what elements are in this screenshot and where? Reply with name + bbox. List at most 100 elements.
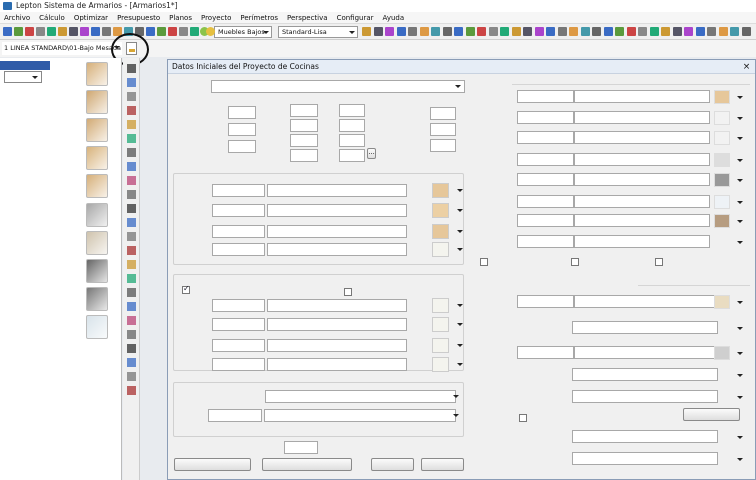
alacena-height-field[interactable] — [339, 149, 365, 162]
cancel-button[interactable] — [421, 458, 464, 471]
vertical-tool-icon[interactable] — [127, 372, 136, 381]
cerrados-checkbox[interactable] — [182, 284, 190, 294]
alacena-dim-field[interactable] — [430, 123, 456, 136]
complement-dropdown-arrow-icon[interactable] — [736, 455, 744, 463]
toolbar-tool-icon[interactable] — [730, 27, 739, 36]
door-desc-field[interactable] — [574, 235, 710, 248]
toolbar-tool-icon[interactable] — [69, 27, 78, 36]
model-select[interactable] — [211, 80, 465, 93]
complement-desc-field[interactable] — [572, 390, 718, 403]
material-code-field[interactable] — [212, 339, 265, 352]
vertical-tool-icon[interactable] — [127, 106, 136, 115]
door-code-field[interactable] — [517, 153, 574, 166]
door-code-field[interactable] — [517, 111, 574, 124]
material-code-field[interactable] — [212, 204, 265, 217]
material-code-field[interactable] — [212, 243, 265, 256]
toolbar-tool-icon[interactable] — [500, 27, 509, 36]
complement-desc-field[interactable] — [572, 430, 718, 443]
material-desc-field[interactable] — [267, 184, 407, 197]
toolbar-tool-icon[interactable] — [374, 27, 383, 36]
toolbar-tool-icon[interactable] — [661, 27, 670, 36]
material-code-field[interactable] — [212, 184, 265, 197]
toolbar-tool-icon[interactable] — [615, 27, 624, 36]
bajo-field[interactable] — [228, 106, 256, 119]
alacena-height-field[interactable] — [290, 134, 318, 147]
menu-item[interactable]: Perspectiva — [287, 12, 328, 23]
toolbar-tool-icon[interactable] — [58, 27, 67, 36]
toolbar-tool-icon[interactable] — [489, 27, 498, 36]
door-desc-field[interactable] — [574, 153, 710, 166]
toolbar-tool-icon[interactable] — [512, 27, 521, 36]
library-item[interactable] — [0, 230, 122, 258]
door-dropdown-arrow-icon[interactable] — [736, 217, 744, 225]
menu-item[interactable]: Presupuesto — [117, 12, 160, 23]
library-item[interactable] — [0, 173, 122, 201]
door-dropdown-arrow-icon[interactable] — [736, 134, 744, 142]
alacena-height-field[interactable] — [339, 119, 365, 132]
otros-desc-field[interactable] — [265, 390, 456, 403]
complement-dropdown-arrow-icon[interactable] — [736, 371, 744, 379]
furniture-type-select[interactable]: Muebles Bajos — [214, 26, 272, 38]
toolbar-tool-icon[interactable] — [47, 27, 56, 36]
vertical-tool-icon[interactable] — [127, 260, 136, 269]
menu-item[interactable]: Configurar — [337, 12, 374, 23]
toolbar-tool-icon[interactable] — [157, 27, 166, 36]
complement-desc-field[interactable] — [572, 321, 718, 334]
toolbar-tool-icon[interactable] — [466, 27, 475, 36]
door-dropdown-arrow-icon[interactable] — [736, 176, 744, 184]
toolbar-tool-icon[interactable] — [420, 27, 429, 36]
material-dropdown-arrow-icon[interactable] — [456, 245, 464, 253]
library-selector[interactable]: 1 LINEA STANDARD\01-Bajo Mesada — [2, 42, 122, 55]
alacena-dim-field[interactable] — [430, 107, 456, 120]
alacena-dim-field[interactable] — [430, 139, 456, 152]
library-item-selected[interactable] — [0, 61, 50, 70]
alacena-height-field[interactable] — [339, 104, 365, 117]
vertical-tool-icon[interactable] — [127, 218, 136, 227]
complement-code-field[interactable] — [517, 346, 574, 359]
save-as-standard-button[interactable] — [174, 458, 251, 471]
material-desc-field[interactable] — [267, 299, 407, 312]
door-desc-field[interactable] — [574, 195, 710, 208]
vertical-tool-icon[interactable] — [127, 344, 136, 353]
complement-dropdown-arrow-icon[interactable] — [736, 349, 744, 357]
door-code-field[interactable] — [517, 235, 574, 248]
menu-item[interactable]: Proyecto — [201, 12, 231, 23]
vertical-tool-icon[interactable] — [127, 330, 136, 339]
door-desc-field[interactable] — [574, 90, 710, 103]
library-item[interactable] — [0, 258, 122, 286]
toolbar-tool-icon[interactable] — [397, 27, 406, 36]
vertical-tool-icon[interactable] — [127, 302, 136, 311]
vertical-tool-icon[interactable] — [127, 232, 136, 241]
complement-dropdown-arrow-icon[interactable] — [736, 298, 744, 306]
complement-dropdown-arrow-icon[interactable] — [736, 433, 744, 441]
material-code-field[interactable] — [212, 358, 265, 371]
quantity-field[interactable] — [284, 441, 318, 454]
toolbar-tool-icon[interactable] — [102, 27, 111, 36]
toolbar-tool-icon[interactable] — [627, 27, 636, 36]
toolbar-tool-icon[interactable] — [477, 27, 486, 36]
door-code-field[interactable] — [517, 173, 574, 186]
material-desc-field[interactable] — [267, 204, 407, 217]
complement-desc-field[interactable] — [572, 452, 718, 465]
toolbar-tool-icon[interactable] — [36, 27, 45, 36]
otros-dropdown-arrow-icon[interactable] — [452, 411, 460, 419]
library-item[interactable] — [0, 145, 122, 173]
door-dropdown-arrow-icon[interactable] — [736, 114, 744, 122]
vertical-tool-icon[interactable] — [127, 204, 136, 213]
library-item[interactable] — [0, 117, 122, 145]
bajo-field[interactable] — [228, 123, 256, 136]
material-dropdown-arrow-icon[interactable] — [456, 227, 464, 235]
vertical-tool-icon[interactable] — [127, 176, 136, 185]
material-desc-field[interactable] — [267, 339, 407, 352]
vertical-tool-icon[interactable] — [127, 120, 136, 129]
material-desc-field[interactable] — [267, 318, 407, 331]
complement-dropdown-arrow-icon[interactable] — [736, 393, 744, 401]
toolbar-tool-icon[interactable] — [408, 27, 417, 36]
toolbar-tool-icon[interactable] — [443, 27, 452, 36]
material-dropdown-arrow-icon[interactable] — [456, 341, 464, 349]
door-dropdown-arrow-icon[interactable] — [736, 198, 744, 206]
toolbar-tool-icon[interactable] — [523, 27, 532, 36]
alacena-height-field[interactable] — [290, 104, 318, 117]
material-dropdown-arrow-icon[interactable] — [456, 186, 464, 194]
toolbar-tool-icon[interactable] — [696, 27, 705, 36]
